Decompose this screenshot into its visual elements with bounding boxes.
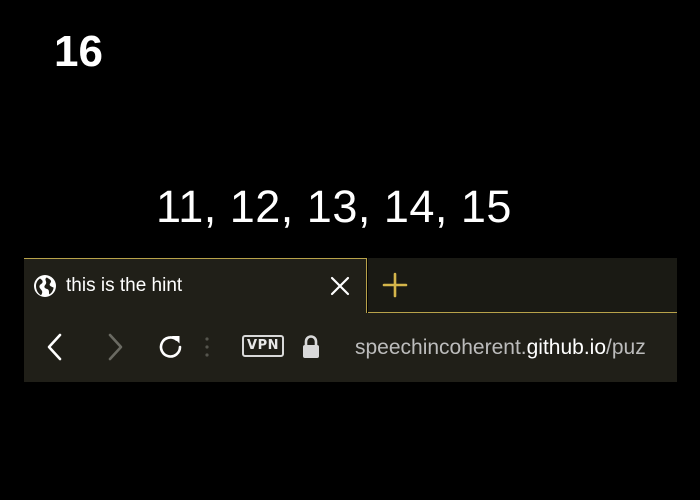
chevron-right-icon[interactable] <box>99 332 129 362</box>
browser-tab[interactable]: this is the hint <box>24 258 367 313</box>
level-number: 16 <box>54 27 103 76</box>
url-domain: github.io <box>526 336 607 359</box>
browser-window-crop: this is the hint VPN speechincoherent.gi… <box>24 258 677 382</box>
address-bar[interactable]: speechincoherent.github.io/puz <box>355 333 677 363</box>
tab-strip-background <box>368 258 677 313</box>
number-sequence: 11, 12, 13, 14, 15 <box>156 181 512 232</box>
lock-icon[interactable] <box>301 334 321 360</box>
separator-dots <box>205 337 209 357</box>
browser-toolbar: VPN speechincoherent.github.io/puz <box>24 313 677 382</box>
tab-strip: this is the hint <box>24 258 677 313</box>
url-path: /puz <box>606 336 646 359</box>
tab-title: this is the hint <box>66 275 183 296</box>
reload-icon[interactable] <box>156 332 186 362</box>
close-icon[interactable] <box>329 275 351 297</box>
plus-icon[interactable] <box>381 271 409 299</box>
chevron-left-icon[interactable] <box>41 332 71 362</box>
vpn-badge[interactable]: VPN <box>242 335 284 357</box>
globe-icon <box>34 275 56 297</box>
url-subdomain: speechincoherent. <box>355 336 527 359</box>
